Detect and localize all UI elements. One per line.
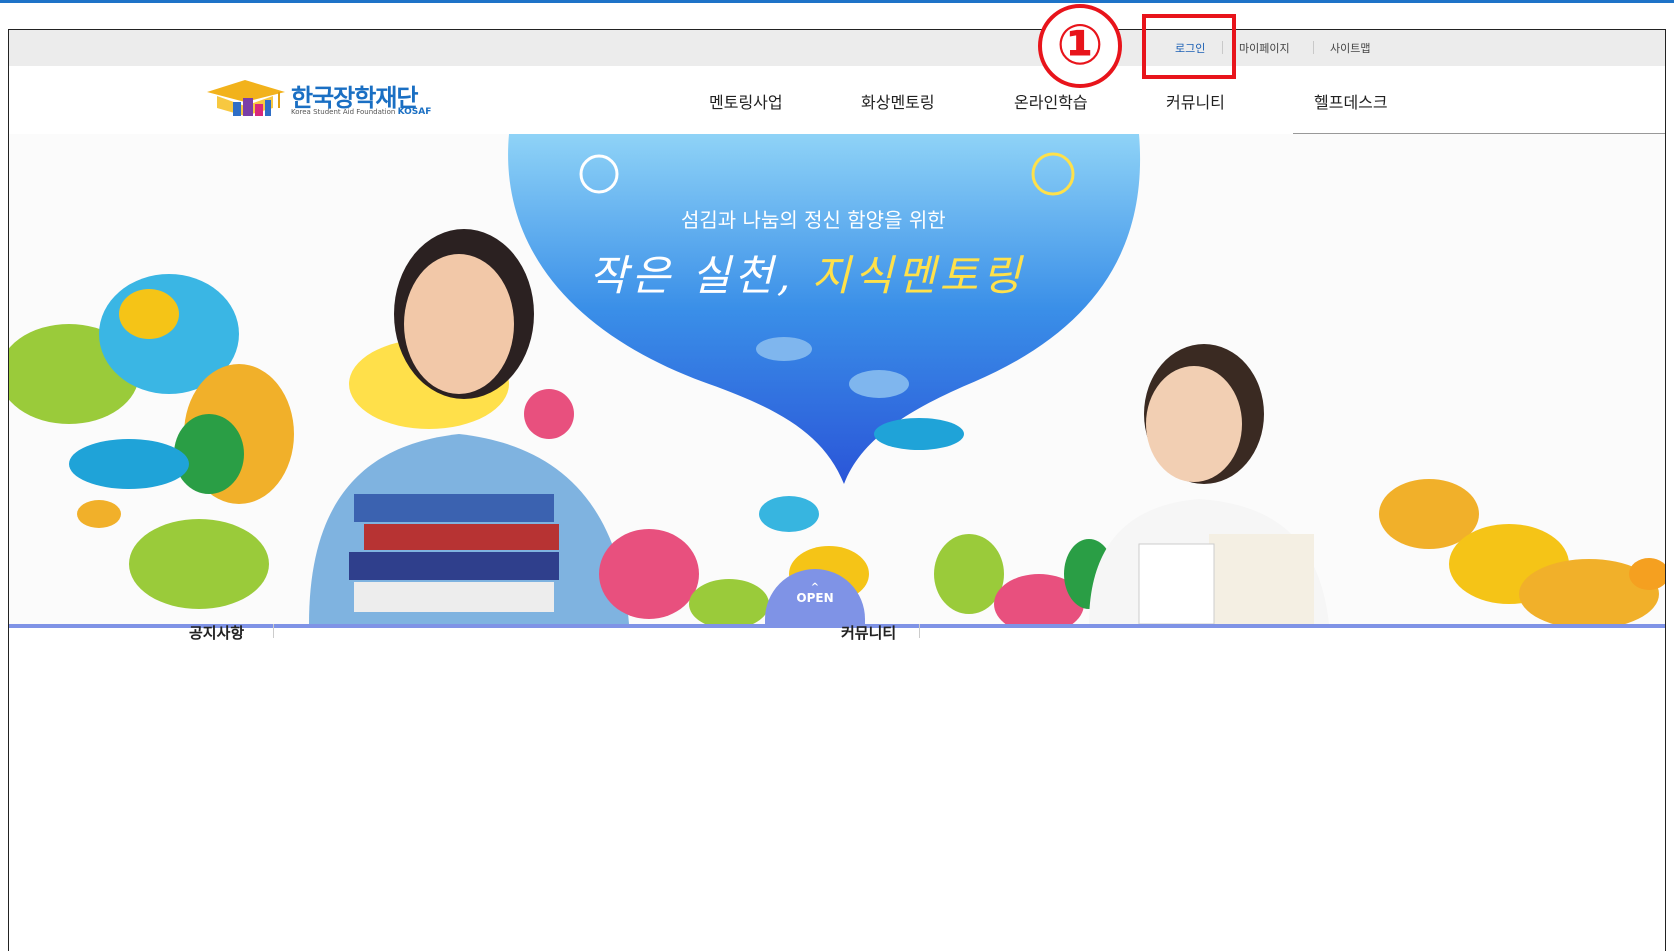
hero-title: 작은 실천, 지식멘토링 [589,242,1025,303]
utility-bar: 로그인 마이페이지 사이트맵 [9,30,1665,66]
browser-viewport: 로그인 마이페이지 사이트맵 한국장학재단 Korea Student Aid [8,29,1666,951]
logo-abbr: KOSAF [397,107,432,117]
nav-mentoring-business[interactable]: 멘토링사업 [709,89,783,113]
hero-title-part1: 작은 실천, [589,251,795,300]
mypage-link[interactable]: 마이페이지 [1239,40,1290,56]
hero-bottom-line [9,624,1665,628]
logo-subtitle: Korea Student Aid Foundation KOSAF [291,107,431,117]
step-marker: ① [1038,4,1122,88]
notice-board-title[interactable]: 공지사항 [189,622,244,643]
board-divider [273,624,274,638]
sitemap-link[interactable]: 사이트맵 [1330,40,1370,56]
nav-video-mentoring[interactable]: 화상멘토링 [861,89,935,113]
graduation-cap-icon [207,80,285,116]
nav-helpdesk[interactable]: 헬프데스크 [1314,89,1388,113]
page: 로그인 마이페이지 사이트맵 한국장학재단 Korea Student Aid [0,0,1674,951]
hero-banner: 섬김과 나눔의 정신 함양을 위한 작은 실천, 지식멘토링 ^ OPEN [9,134,1665,624]
hero-title-part2: 지식멘토링 [811,251,1025,300]
logo-english-name: Korea Student Aid Foundation [291,108,396,116]
hero-subtitle: 섬김과 나눔의 정신 함양을 위한 [681,208,946,232]
open-label: OPEN [796,591,834,605]
board-divider [919,624,920,638]
nav-community[interactable]: 커뮤니티 [1166,89,1225,113]
top-accent-line [0,0,1674,3]
site-header: 한국장학재단 Korea Student Aid Foundation KOSA… [9,66,1665,134]
nav-online-learning[interactable]: 온라인학습 [1014,89,1088,113]
util-divider [1313,41,1314,54]
kosaf-logo[interactable]: 한국장학재단 Korea Student Aid Foundation KOSA… [203,78,453,118]
login-highlight-box [1142,14,1236,79]
community-board-title[interactable]: 커뮤니티 [841,622,896,643]
